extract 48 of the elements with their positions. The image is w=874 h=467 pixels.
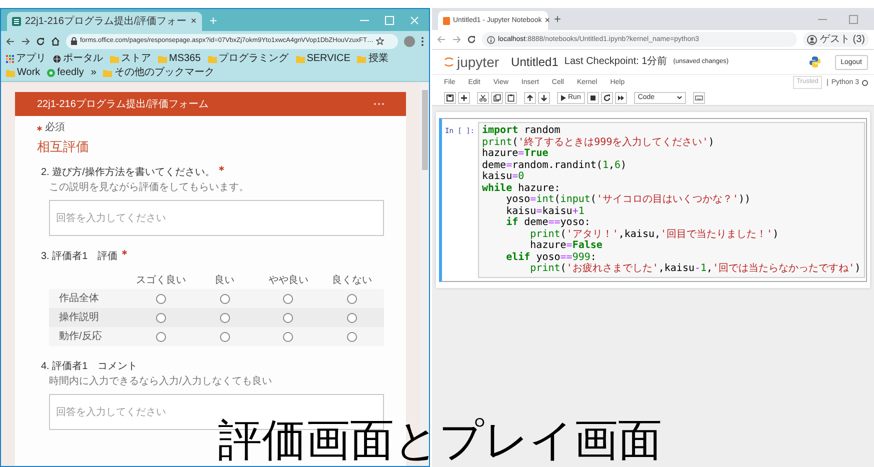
question-description: 時間内に入力できるなら入力/入力しなくても良い xyxy=(48,375,273,388)
close-tab-button[interactable]: × xyxy=(190,16,197,26)
code-line: elif yoso==999: xyxy=(505,252,598,262)
column-header: 良くない xyxy=(331,274,374,288)
code-line: if deme==yoso: xyxy=(505,217,592,228)
code-line: print('終了するときは999を入力してください') xyxy=(482,136,716,148)
profile-button[interactable]: ゲスト (3) xyxy=(803,32,869,47)
new-tab-button[interactable]: + xyxy=(554,13,562,25)
section-title: 相互評価 xyxy=(37,138,90,156)
bookmark[interactable]: feedly xyxy=(47,67,84,79)
code-line: while hazure: xyxy=(482,182,562,194)
question-title: 2. 遊び方/操作方法を書いてください。 xyxy=(41,166,215,179)
bookmark[interactable]: MS365 xyxy=(158,53,201,65)
bookmark[interactable]: Work xyxy=(6,67,40,79)
code-line: hazure=False xyxy=(530,240,604,252)
form-title: 22j1-216プログラム提出/評価フォーム xyxy=(37,98,209,112)
row-label: 動作/反応 xyxy=(49,327,129,346)
browser-tab[interactable]: 22j1-216プログラム提出/評価フォー × xyxy=(7,12,202,31)
row-label: 作品全体 xyxy=(49,289,129,308)
code-line: print('お疲れさまでした',kaisu-1,'回では当たらなかったですね') xyxy=(529,263,861,274)
bookmark[interactable]: アプリ xyxy=(6,53,46,65)
bookmark[interactable]: SERVICE xyxy=(296,53,350,65)
bookmark[interactable]: » xyxy=(90,67,96,79)
code-line: hazure=True xyxy=(482,148,550,160)
bookmark[interactable]: プログラミング xyxy=(208,53,289,65)
column-header: 良い xyxy=(214,274,236,288)
row-label: 操作説明 xyxy=(49,308,129,327)
code-line: kaisu=0 xyxy=(482,171,526,182)
column-header: スゴく良い xyxy=(134,274,187,288)
code-line: deme=random.randint(1,6) xyxy=(482,160,628,171)
checkpoint-status: Last Checkpoint: 1分前 xyxy=(564,57,668,67)
question-description: この説明を見ながら評価をしてもらいます。 xyxy=(48,181,250,194)
column-header: やや良い xyxy=(267,274,310,288)
code-line: import random xyxy=(482,125,562,136)
bookmark[interactable]: ポータル xyxy=(53,53,103,65)
question-title: 3. 評価者1 評価 xyxy=(41,250,118,263)
code-line: yoso=int(input('サイコロの目はいくつかな？')) xyxy=(505,194,752,206)
tab-title: 22j1-216プログラム提出/評価フォー xyxy=(25,16,187,26)
close-tab-button[interactable]: × xyxy=(544,16,550,25)
code-line: kaisu=kaisu+1 xyxy=(505,206,586,216)
required-note: 必須 xyxy=(45,122,65,134)
question-title: 4. 評価者1 コメント xyxy=(41,360,138,373)
jupyter-logo[interactable]: jupyter xyxy=(444,55,500,69)
code-line: print('アタリ！',kaisu,'回目で当たりました！') xyxy=(529,228,780,240)
notebook-name[interactable]: Untitled1 xyxy=(511,56,558,68)
bookmark[interactable]: その他のブックマーク xyxy=(103,67,214,79)
bookmark[interactable]: 授業 xyxy=(357,53,388,65)
bookmark[interactable]: ストア xyxy=(110,53,151,65)
